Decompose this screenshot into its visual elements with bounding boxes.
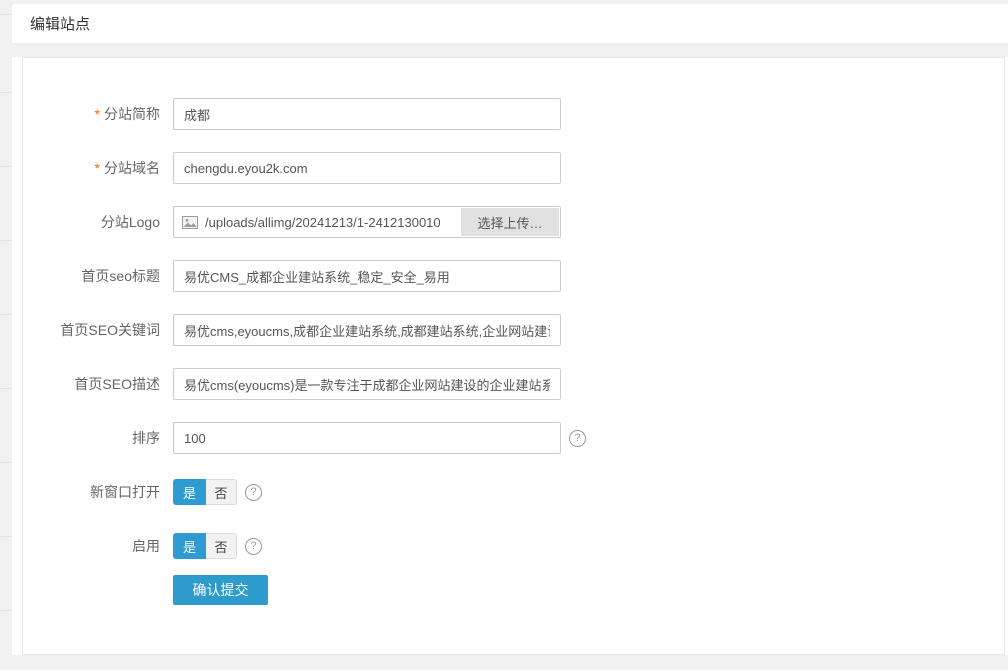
submit-button[interactable]: 确认提交 xyxy=(173,575,268,605)
edit-site-form: *分站简称 *分站域名 分站Logo xyxy=(22,57,1005,655)
content-panel: *分站简称 *分站域名 分站Logo xyxy=(12,57,1008,655)
field-row-site-domain: *分站域名 xyxy=(23,152,1004,184)
seo-title-input[interactable] xyxy=(173,260,561,292)
site-logo-path: /uploads/allimg/20241213/1-2412130010 xyxy=(205,215,441,230)
field-row-seo-title: 首页seo标题 xyxy=(23,260,1004,292)
seo-keywords-input[interactable] xyxy=(173,314,561,346)
toggle-yes-button[interactable]: 是 xyxy=(173,479,206,505)
site-logo-label: 分站Logo xyxy=(23,206,173,238)
field-row-open-new-window: 新窗口打开 是 否 ? xyxy=(23,476,1004,508)
field-row-seo-description: 首页SEO描述 xyxy=(23,368,1004,400)
site-short-name-input[interactable] xyxy=(173,98,561,130)
image-icon xyxy=(182,216,198,229)
site-short-name-label: 分站简称 xyxy=(104,106,160,122)
seo-description-input[interactable] xyxy=(173,368,561,400)
required-asterisk-icon: * xyxy=(95,160,100,176)
page-header: 编辑站点 xyxy=(12,4,1008,43)
required-asterisk-icon: * xyxy=(95,106,100,122)
help-icon[interactable]: ? xyxy=(245,484,262,501)
field-row-seo-keywords: 首页SEO关键词 xyxy=(23,314,1004,346)
enabled-label: 启用 xyxy=(23,530,173,562)
site-logo-input[interactable]: /uploads/allimg/20241213/1-2412130010 选择… xyxy=(173,206,561,238)
help-icon[interactable]: ? xyxy=(245,538,262,555)
seo-title-label: 首页seo标题 xyxy=(23,260,173,292)
sort-order-input[interactable] xyxy=(173,422,561,454)
help-icon[interactable]: ? xyxy=(569,430,586,447)
enabled-toggle: 是 否 xyxy=(173,533,237,559)
toggle-yes-button[interactable]: 是 xyxy=(173,533,206,559)
toggle-no-button[interactable]: 否 xyxy=(206,533,237,559)
site-domain-label: 分站域名 xyxy=(104,160,160,176)
open-new-window-toggle: 是 否 xyxy=(173,479,237,505)
field-row-site-logo: 分站Logo /uploads/allimg/20241213/1-241213… xyxy=(23,206,1004,238)
site-domain-input[interactable] xyxy=(173,152,561,184)
seo-description-label: 首页SEO描述 xyxy=(23,368,173,400)
field-row-enabled: 启用 是 否 ? xyxy=(23,530,1004,562)
sort-order-label: 排序 xyxy=(23,422,173,454)
page-background-strip xyxy=(0,0,12,670)
choose-upload-button[interactable]: 选择上传… xyxy=(461,208,559,236)
open-new-window-label: 新窗口打开 xyxy=(23,476,173,508)
toggle-no-button[interactable]: 否 xyxy=(206,479,237,505)
submit-row: 确认提交 xyxy=(23,574,1004,606)
page-title: 编辑站点 xyxy=(30,13,90,34)
seo-keywords-label: 首页SEO关键词 xyxy=(23,314,173,346)
field-row-site-short-name: *分站简称 xyxy=(23,98,1004,130)
field-row-sort-order: 排序 ? xyxy=(23,422,1004,454)
